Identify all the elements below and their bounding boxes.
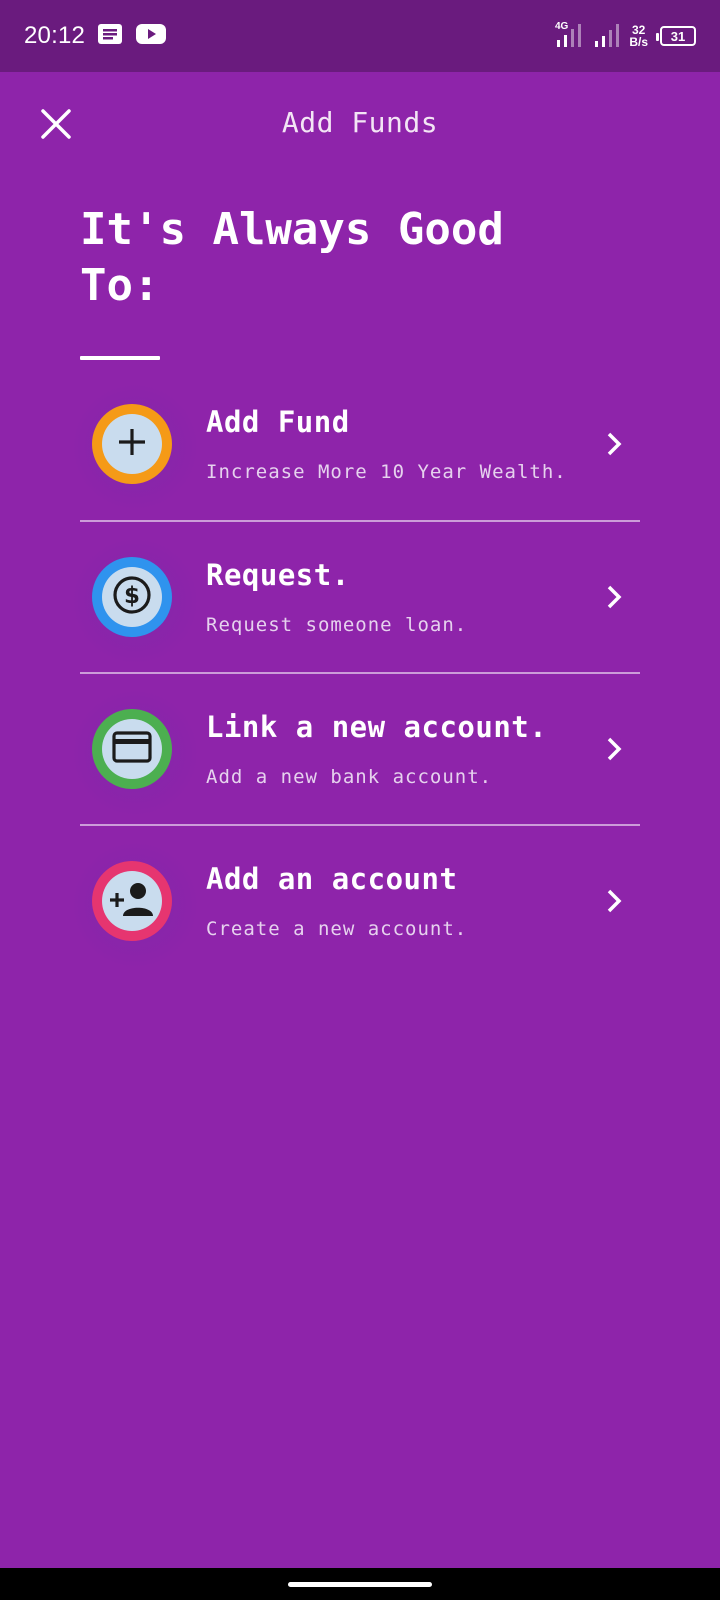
chevron-right-icon — [594, 881, 634, 921]
add-account-item[interactable]: Add an account Create a new account. — [70, 824, 640, 976]
headline-line-2: To: — [80, 260, 160, 311]
link-account-item[interactable]: Link a new account. Add a new bank accou… — [70, 672, 640, 824]
request-icon-badge: $ — [92, 557, 172, 637]
headline: It's Always Good To: — [80, 202, 600, 314]
signal-icon — [593, 20, 621, 53]
link-account-icon-badge — [92, 709, 172, 789]
headline-underline — [80, 356, 160, 360]
request-item[interactable]: $ Request. Request someone loan. — [70, 520, 640, 672]
item-title: Add Fund — [206, 405, 350, 439]
chevron-right-icon — [594, 577, 634, 617]
status-left: 20:12 — [24, 22, 167, 50]
network-label: 4G — [555, 21, 569, 32]
add-fund-icon-badge — [92, 404, 172, 484]
network-speed: 32 B/s — [629, 24, 648, 48]
item-subtitle: Create a new account. — [206, 918, 468, 940]
action-list: Add Fund Increase More 10 Year Wealth. $… — [70, 368, 640, 976]
status-bar: 20:12 4G 32 B/s 31 — [0, 0, 720, 72]
plus-icon — [116, 426, 148, 462]
credit-card-icon — [112, 731, 152, 767]
home-indicator[interactable] — [288, 1581, 432, 1587]
status-right: 4G 32 B/s 31 — [555, 20, 696, 53]
signal-4g-icon: 4G — [555, 20, 585, 53]
add-account-icon-badge — [92, 861, 172, 941]
battery-icon: 31 — [656, 26, 696, 46]
message-icon — [97, 23, 123, 50]
page-title: Add Funds — [281, 106, 439, 139]
navigation-bar — [0, 1568, 720, 1600]
chevron-right-icon — [594, 729, 634, 769]
add-person-icon — [109, 881, 155, 921]
headline-line-1: It's Always Good — [80, 204, 504, 255]
youtube-icon — [135, 23, 167, 50]
item-title: Request. — [206, 558, 350, 592]
add-fund-item[interactable]: Add Fund Increase More 10 Year Wealth. — [70, 368, 640, 520]
svg-text:$: $ — [124, 583, 140, 609]
battery-level: 31 — [670, 28, 686, 44]
network-speed-unit: B/s — [629, 35, 648, 49]
status-time: 20:12 — [24, 22, 86, 49]
chevron-right-icon — [594, 424, 634, 464]
item-subtitle: Increase More 10 Year Wealth. — [206, 461, 567, 483]
dollar-icon: $ — [111, 574, 153, 620]
item-subtitle: Request someone loan. — [206, 614, 468, 636]
item-subtitle: Add a new bank account. — [206, 766, 493, 788]
item-title: Add an account — [206, 862, 458, 896]
item-title: Link a new account. — [206, 710, 548, 744]
